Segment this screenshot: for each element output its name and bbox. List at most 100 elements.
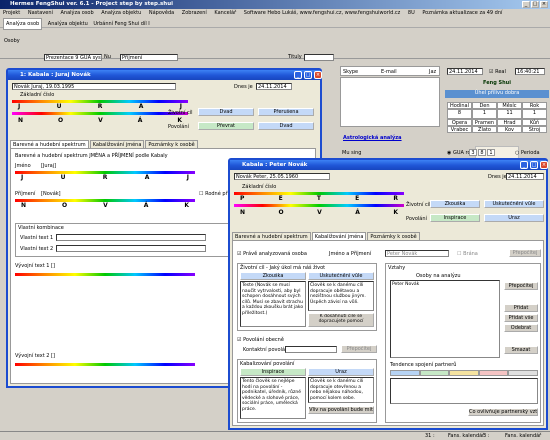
w1-zivotni-2[interactable]: Přerušena (258, 108, 314, 116)
w2-zivotni-1[interactable]: Zkouška (430, 200, 480, 208)
tab-analyza-objektu[interactable]: Analýza objektu (48, 19, 88, 29)
w2-smazat-button[interactable]: Smazat (504, 346, 538, 354)
maximize-icon[interactable]: □ (531, 1, 539, 8)
prijmeni-select[interactable]: Příjmení (120, 54, 178, 61)
perioda-radio[interactable]: ○ Perioda (515, 150, 540, 156)
w1-vyvoj1-bar (15, 273, 195, 276)
fs-row-1: Hodinal Den Měsíc Rok (447, 102, 547, 109)
w2-povolani-label: Povolání (406, 216, 427, 222)
fs-cell: Stroj (522, 126, 547, 133)
w1-prijmeni-value: [Novák] (41, 191, 61, 197)
tituly-input[interactable] (304, 54, 334, 61)
w1-dnes-label: Dnes je (234, 84, 253, 90)
w2-dnes-label: Dnes je (488, 174, 507, 180)
w1-povolani-1[interactable]: Převrat (198, 122, 254, 130)
w2-pridat-button[interactable]: Přidat (504, 304, 538, 312)
tab-analyza-osob[interactable]: Analýza osob (3, 18, 43, 30)
real-checkbox[interactable]: ☑ Real (489, 69, 506, 75)
w2-vztahy-title: Vztahy (388, 265, 406, 271)
status-bar: 31 : Fans. kalendář 3 : Fans. kalendář (0, 431, 550, 440)
menu-analyza-objektu[interactable]: Analýza objektu (101, 10, 141, 16)
w1-tabs: Barevné a hudební spektrum Kabaližování j… (10, 140, 199, 148)
fs-cell: 1 (522, 109, 547, 119)
w2-brana-checkbox[interactable]: ☐ Brána (457, 251, 478, 257)
menu-nastaveni[interactable]: Nastavení (28, 10, 53, 16)
w2-osoba-item[interactable]: Peter Novák (392, 282, 419, 287)
w2-kab-povolani-group: Kabalizování povolání Inspirace Úraz Ten… (237, 359, 377, 423)
w2-dnes-field[interactable]: 24.11.2014 (506, 173, 544, 180)
w2-zc-group: Životní cíl - Jaký úkol má náš život Zko… (237, 263, 377, 331)
date-field[interactable]: 24.11.2014 (447, 68, 483, 75)
time-field[interactable]: 16:40:21 (515, 68, 545, 75)
maximize-icon[interactable]: □ (304, 71, 312, 79)
tab-urbanni[interactable]: Urbánní Feng Shui díl I (93, 19, 149, 29)
menu-napoveda[interactable]: Nápověda (149, 10, 174, 16)
w1-zivotni-1[interactable]: Dvad (198, 108, 254, 116)
w2-jmeno-input[interactable]: Peter Novák (385, 250, 449, 257)
w2-spectrum: PETER NOVÁK (234, 192, 404, 216)
menu-bu: 8U (407, 10, 415, 16)
w2-vliv-button[interactable]: Vliv na povolání bude mít (308, 406, 374, 414)
w2-text2: Člověk se k danému cíli dopracuje obětav… (308, 281, 374, 311)
w2-povolani-obecne-checkbox[interactable]: ☑ Povolání obecně (237, 337, 284, 343)
menu-projekt[interactable]: Projekt (3, 10, 20, 16)
w2-dosahnout-button[interactable]: K dosáhnutí cíle se dopracujete pomocí (308, 313, 374, 327)
close-icon[interactable]: × (314, 71, 322, 79)
menu-zobrazeni[interactable]: Zobrazení (182, 10, 207, 16)
w2-zivotni-2[interactable]: Uskutečnění vůle (484, 200, 544, 208)
w1-vt1-input[interactable] (56, 234, 206, 241)
close-icon[interactable]: × (540, 1, 548, 8)
w1-tab-poznamky[interactable]: Poznámky k osobě (145, 140, 198, 148)
w2-povolani-2[interactable]: Úraz (484, 214, 544, 222)
w1-person-select[interactable]: Novák Juraj, 19.03.1995 (12, 83, 176, 90)
minimize-icon[interactable]: _ (522, 1, 530, 8)
w1-vyvoj2-bar (15, 363, 195, 366)
col-skype[interactable]: Skype (343, 69, 358, 75)
w2-osoby-list[interactable]: Peter Novák (390, 280, 500, 358)
persons-table[interactable] (340, 77, 440, 127)
w2-co-ovlivnuje-button[interactable]: Co ovlivňuje partnerský vztah (468, 408, 538, 416)
w2-kontakt-input[interactable] (285, 346, 337, 353)
w1-title: 1: Kabala : Juraj Novák (20, 72, 91, 78)
menu-analyza-osob[interactable]: Analýza osob (60, 10, 93, 16)
w2-povolani-1[interactable]: Inspirace (430, 214, 480, 222)
close-icon[interactable]: × (540, 161, 548, 169)
w2-tab-content: ☑ Právě analyzovaná osoba Jméno a Příjme… (232, 240, 544, 426)
minimize-icon[interactable]: _ (294, 71, 302, 79)
program-select[interactable]: Prezentace 9 GUA system (44, 54, 102, 61)
tituly-label: Tituly (288, 54, 302, 60)
w2-odebrat-button[interactable]: Odebrat (504, 324, 538, 332)
w1-vlastni-title: Vlastní kombinace (18, 225, 64, 231)
w2-pridat-vse-button[interactable]: Přidat vše (504, 314, 538, 322)
fs-cell: Opera (447, 119, 472, 126)
fs-cell: Den (472, 102, 497, 109)
w1-spek-title: Barevné a hudební spektrum JMÉNA a PŘÍJM… (15, 153, 168, 159)
fs-cell: 8 (447, 109, 472, 119)
maximize-icon[interactable]: □ (530, 161, 538, 169)
w2-prepocitej2-button[interactable]: Přepočítej (341, 345, 377, 353)
col-email[interactable]: E-mail (381, 69, 397, 75)
fs-cell: Vrabec (447, 126, 472, 133)
w1-dnes-field[interactable]: 24.11.2014 (256, 83, 292, 90)
minimize-icon[interactable]: _ (520, 161, 528, 169)
w2-tab-kabalizovani[interactable]: Kabaližování jména (311, 232, 367, 240)
menu-kancelar[interactable]: Kancelář (214, 10, 236, 16)
w1-tab-spektrum[interactable]: Barevné a hudební spektrum (10, 140, 89, 148)
col-jazyk[interactable]: Jaz (429, 69, 436, 75)
w1-vt2-input[interactable] (56, 245, 206, 252)
w2-tab-spektrum[interactable]: Barevné a hudební spektrum (232, 232, 311, 240)
w2-col2: Uskutečnění vůle (308, 272, 374, 280)
w2-zakl-cislo: Základní číslo (242, 184, 277, 190)
w2-prave-checkbox[interactable]: ☑ Právě analyzovaná osoba (237, 251, 307, 257)
w1-tab-kabalizovani[interactable]: Kabaližování jména (89, 140, 145, 148)
w1-povolani-label: Povolání (168, 124, 189, 130)
w2-tab-poznamky[interactable]: Poznámky k osobě (367, 232, 420, 240)
w2-prepocitej3-button[interactable]: Přepočítej (504, 282, 538, 290)
w2-person-select[interactable]: Novák Peter, 25.05.1960 (234, 173, 330, 180)
w1-jmeno-label: Jméno (15, 163, 31, 169)
astro-link[interactable]: Astrologická analýza (343, 135, 402, 141)
w1-povolani-2[interactable]: Dvad (258, 122, 314, 130)
fs-cell: Kůň (522, 119, 547, 126)
fs-cell: Zlato (472, 126, 497, 133)
w2-prepocitej-button[interactable]: Přepočítej (509, 249, 541, 257)
